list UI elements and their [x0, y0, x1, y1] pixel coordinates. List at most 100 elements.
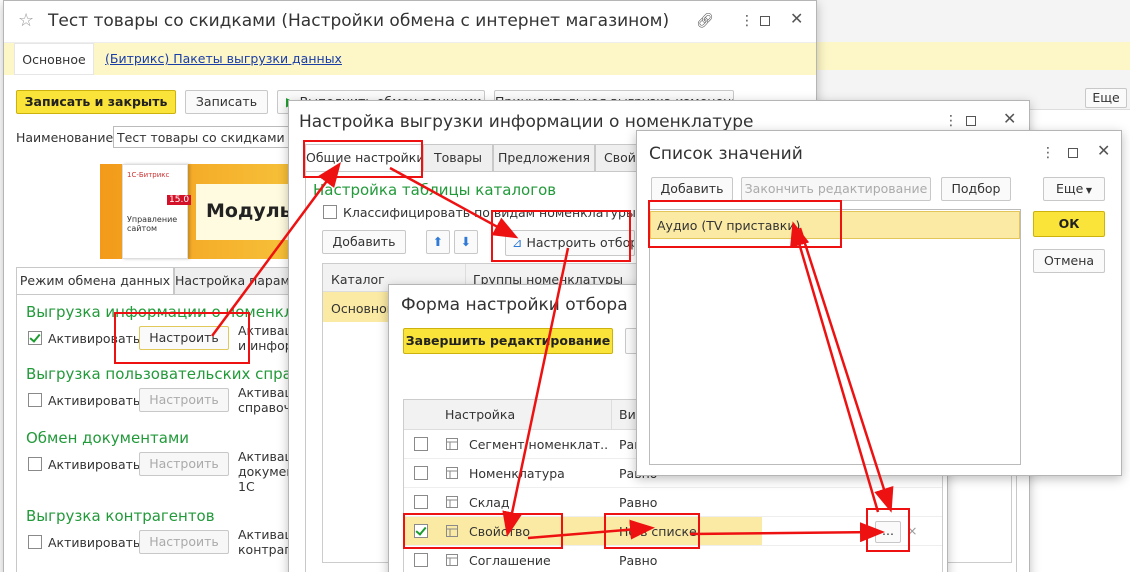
- more-menu-icon[interactable]: ⋮: [944, 114, 958, 128]
- configure-filter-label: Настроить отбор: [526, 235, 635, 250]
- filter-row-name: Свойство: [469, 524, 531, 539]
- filter-row-name: Склад: [469, 495, 510, 510]
- filter-row-checkbox[interactable]: [414, 524, 428, 538]
- catalog-row-name: Основной: [331, 301, 395, 316]
- more-menu-icon[interactable]: ⋮: [1041, 146, 1055, 160]
- activate-checkbox-documents[interactable]: [28, 457, 42, 471]
- filter-row-checkbox[interactable]: [414, 466, 428, 480]
- section-desc-custom-refs: справочн: [238, 400, 288, 415]
- filter-field-icon: [446, 438, 458, 450]
- save-button[interactable]: Записать: [185, 90, 268, 114]
- tab-exchange-mode[interactable]: Режим обмена данных: [16, 267, 174, 295]
- catalog-add-button[interactable]: Добавить: [322, 230, 406, 254]
- star-icon[interactable]: ☆: [18, 10, 34, 31]
- move-up-button[interactable]: ⬆: [426, 230, 450, 254]
- filter-row-name: Соглашение: [469, 553, 551, 568]
- filter-row-checkbox[interactable]: [414, 553, 428, 567]
- section-title-counterparties: Выгрузка контрагентов: [26, 507, 215, 525]
- value-list-window: Список значений ⋮ ✕ Добавить Закончить р…: [636, 130, 1122, 476]
- configure-button-counterparties[interactable]: Настроить: [139, 530, 229, 554]
- configure-filter-button[interactable]: ⊿ Настроить отбор: [505, 230, 635, 256]
- name-input[interactable]: [113, 126, 303, 148]
- finish-editing-button[interactable]: Завершить редактирование: [403, 328, 613, 354]
- configure-button-custom-refs[interactable]: Настроить: [139, 388, 229, 412]
- product-box: 1С-Битрикс 15.0 Управление сайтом: [122, 164, 192, 259]
- column-catalog: Каталог: [331, 272, 385, 287]
- filter-row-condition: Равно: [619, 553, 658, 568]
- filter-row-checkbox[interactable]: [414, 437, 428, 451]
- name-label: Наименование:: [16, 130, 118, 145]
- list-more-button[interactable]: Еще ▼: [1043, 177, 1105, 201]
- cancel-button[interactable]: Отмена: [1033, 249, 1105, 273]
- maximize-icon[interactable]: [966, 116, 976, 126]
- maximize-icon[interactable]: [1068, 148, 1078, 158]
- filter-icon: ⊿: [512, 235, 527, 250]
- filter-row-condition: Не в списке: [619, 524, 697, 539]
- section-desc-documents: Активация: [238, 449, 288, 464]
- product-box-version: 15.0: [167, 195, 192, 205]
- nav-main-tab[interactable]: Основное: [14, 43, 94, 75]
- tab-offers[interactable]: Предложения: [493, 144, 595, 172]
- arrow-down-icon: ⬇: [460, 234, 472, 249]
- section-desc-counterparties: Активация: [238, 527, 288, 542]
- tab-parameters[interactable]: Настройка параметров: [174, 267, 304, 295]
- configure-button-nomenclature[interactable]: Настроить: [139, 326, 229, 350]
- activate-checkbox-counterparties[interactable]: [28, 535, 42, 549]
- activate-checkbox-custom-refs[interactable]: [28, 393, 42, 407]
- close-icon[interactable]: ✕: [1003, 111, 1016, 127]
- ellipsis-button[interactable]: ...: [875, 521, 901, 543]
- clear-icon[interactable]: ×: [907, 523, 917, 538]
- more-menu-icon[interactable]: ⋮: [740, 14, 754, 28]
- section-desc-counterparties: контраген: [238, 542, 288, 557]
- value-list-item: Аудио (TV приставки): [657, 218, 801, 233]
- filter-field-icon: [446, 496, 458, 508]
- activate-label-custom-refs: Активировать: [48, 393, 141, 408]
- bitrix-banner: 1С-Битрикс 15.0 Управление сайтом Модуль: [100, 164, 300, 259]
- main-window-title: Тест товары со скидками (Настройки обмен…: [48, 11, 670, 31]
- value-list: [649, 209, 1021, 465]
- tab-goods[interactable]: Товары: [423, 144, 493, 172]
- section-title-custom-refs: Выгрузка пользовательских справочников: [26, 365, 294, 383]
- classify-label: Классифицировать по видам номенклатуры: [343, 205, 636, 220]
- ok-button[interactable]: ОК: [1033, 211, 1105, 237]
- nav-bitrix-packages-link[interactable]: (Битрикс) Пакеты выгрузки данных: [105, 51, 342, 66]
- list-pick-button[interactable]: Подбор: [941, 177, 1011, 201]
- save-and-close-button[interactable]: Записать и закрыть: [16, 90, 176, 114]
- filter-row[interactable]: [404, 545, 942, 546]
- link-icon[interactable]: 🔗︎: [696, 14, 714, 28]
- move-down-button[interactable]: ⬇: [454, 230, 478, 254]
- list-more-label: Еще: [1055, 181, 1084, 196]
- product-box-title: Управление сайтом: [127, 215, 178, 233]
- catalog-table-section-title: Настройка таблицы каталогов: [313, 181, 557, 199]
- filter-window-title: Форма настройки отбора: [401, 295, 628, 315]
- classify-checkbox[interactable]: [323, 205, 337, 219]
- background-more-button[interactable]: Еще: [1085, 88, 1127, 108]
- background-yellow-bar: [812, 42, 1130, 70]
- filter-row-name: Сегмент номенклат...: [469, 437, 609, 452]
- activate-label-documents: Активировать: [48, 457, 141, 472]
- list-add-button[interactable]: Добавить: [651, 177, 733, 201]
- filter-row-checkbox[interactable]: [414, 495, 428, 509]
- maximize-icon[interactable]: [760, 16, 770, 26]
- section-desc-nomenclature: и информ: [238, 338, 288, 353]
- close-icon[interactable]: ✕: [1097, 143, 1110, 159]
- configure-button-documents[interactable]: Настроить: [139, 452, 229, 476]
- section-desc-custom-refs: Активация: [238, 385, 288, 400]
- tab-general-settings[interactable]: Общие настройки: [305, 144, 423, 172]
- activate-checkbox-nomenclature[interactable]: [28, 331, 42, 345]
- section-desc-nomenclature: Активация: [238, 323, 288, 338]
- column-setting: Настройка: [445, 407, 516, 422]
- list-finish-editing-button[interactable]: Закончить редактирование: [741, 177, 931, 201]
- arrow-up-icon: ⬆: [432, 234, 444, 249]
- filter-row[interactable]: [404, 487, 942, 488]
- close-icon[interactable]: ✕: [790, 11, 803, 27]
- section-desc-documents: документ: [238, 464, 288, 479]
- section-title-nomenclature: Выгрузка информации о номенклатуре: [26, 303, 294, 321]
- banner-text: Модуль: [206, 200, 292, 222]
- filter-row-name: Номенклатура: [469, 466, 565, 481]
- filter-field-icon: [446, 525, 458, 537]
- activate-label-counterparties: Активировать: [48, 535, 141, 550]
- section-title-documents: Обмен документами: [26, 429, 190, 447]
- activate-label-nomenclature: Активировать: [48, 331, 141, 346]
- section-desc-documents: 1С: [238, 479, 255, 494]
